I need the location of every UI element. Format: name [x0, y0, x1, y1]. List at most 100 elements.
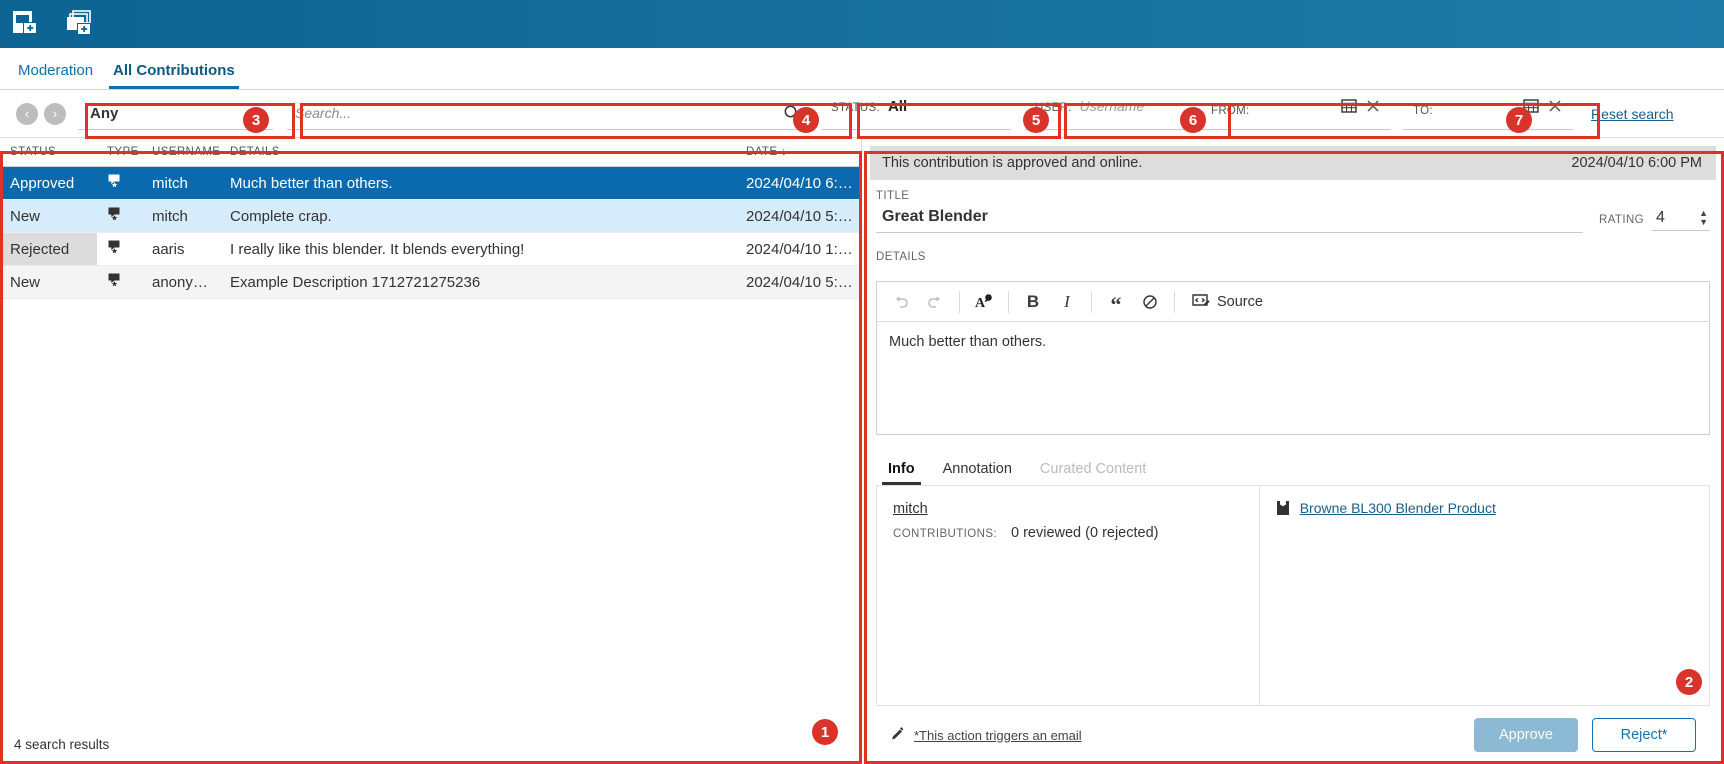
annotation-badge-6: 6: [1180, 107, 1206, 133]
cell-username: anonymo…: [142, 266, 220, 299]
editor-toolbar: A B I “: [877, 282, 1709, 322]
email-note-link[interactable]: *This action triggers an email: [914, 728, 1082, 743]
info-panel: mitch CONTRIBUTIONS: 0 reviewed (0 rejec…: [876, 485, 1710, 706]
column-header-type[interactable]: TYPE: [97, 138, 142, 167]
spinner-down-icon[interactable]: ▼: [1699, 219, 1708, 226]
rating-spinner[interactable]: ▲ ▼: [1699, 210, 1708, 226]
italic-icon[interactable]: I: [1051, 287, 1083, 317]
column-header-status[interactable]: STATUS: [0, 138, 97, 167]
search-input[interactable]: [295, 105, 783, 121]
reject-button[interactable]: Reject*: [1592, 718, 1696, 752]
tab-moderation[interactable]: Moderation: [8, 62, 103, 89]
cell-details: Complete crap.: [220, 200, 736, 233]
format-painter-icon[interactable]: A: [968, 287, 1000, 317]
detail-footer: *This action triggers an email Approve R…: [876, 706, 1710, 764]
editor-content[interactable]: Much better than others.: [877, 322, 1709, 434]
title-label: TITLE: [876, 190, 1710, 202]
action-buttons: Approve Reject*: [1474, 718, 1696, 752]
sort-arrow-icon: ↓: [781, 146, 787, 158]
status-filter-label: STATUS:: [831, 102, 880, 114]
status-banner-date: 2024/04/10 6:00 PM: [1571, 155, 1702, 171]
table-row[interactable]: Approved mitch Much better than others. …: [0, 167, 861, 200]
cell-status: Approved: [0, 167, 97, 200]
type-filter-value: Any: [90, 105, 118, 122]
user-filter-placeholder: Username: [1080, 98, 1145, 114]
status-filter[interactable]: STATUS: All: [821, 98, 1011, 130]
pencil-icon: [890, 727, 906, 743]
product-icon: [1276, 500, 1290, 516]
status-banner: This contribution is approved and online…: [870, 146, 1716, 180]
tab-annotation[interactable]: Annotation: [931, 457, 1024, 485]
blockquote-icon[interactable]: “: [1100, 287, 1132, 317]
info-product-section: Browne BL300 Blender Product: [1260, 486, 1709, 705]
top-toolbar: [0, 0, 1724, 48]
prev-button[interactable]: ‹: [16, 103, 38, 125]
detail-body: TITLE RATING 4 ▲ ▼ DETAILS: [862, 180, 1724, 764]
info-user-section: mitch CONTRIBUTIONS: 0 reviewed (0 rejec…: [877, 486, 1260, 705]
reset-search-link[interactable]: Reset search: [1591, 106, 1673, 122]
column-header-details[interactable]: DETAILS: [220, 138, 736, 167]
date-to-label: TO:: [1413, 105, 1433, 117]
user-filter[interactable]: USER: Username: [1025, 98, 1185, 130]
toolbar-divider: [1091, 291, 1092, 313]
column-header-date[interactable]: DATE ↓: [736, 138, 861, 167]
link-icon[interactable]: [1134, 287, 1166, 317]
cell-type: [97, 233, 142, 266]
column-header-username[interactable]: USERNAME: [142, 138, 220, 167]
toolbar-divider: [959, 291, 960, 313]
cell-details: Example Description 1712721275236: [220, 266, 736, 299]
table-row[interactable]: New mitch Complete crap. 2024/04/10 5:56…: [0, 200, 861, 233]
cell-date: 2024/04/10 6:00…: [736, 167, 861, 200]
approve-button[interactable]: Approve: [1474, 718, 1578, 752]
toolbar-divider: [1008, 291, 1009, 313]
cell-username: mitch: [142, 167, 220, 200]
date-to-filter[interactable]: TO:: [1403, 98, 1573, 130]
date-from-filter[interactable]: FROM:: [1201, 98, 1391, 130]
rating-stepper[interactable]: 4 ▲ ▼: [1652, 209, 1710, 231]
review-icon: [107, 206, 123, 222]
review-icon: [107, 272, 123, 288]
toolbar-divider: [1174, 291, 1175, 313]
rich-text-editor: A B I “: [876, 281, 1710, 435]
source-code-icon: [1191, 293, 1211, 311]
cell-type: [97, 266, 142, 299]
review-icon: [107, 173, 123, 189]
rating-control: RATING 4 ▲ ▼: [1599, 209, 1710, 233]
cell-status: Rejected: [0, 233, 97, 266]
table-row[interactable]: Rejected aaris I really like this blende…: [0, 233, 861, 266]
cell-status: New: [0, 266, 97, 299]
cell-type: [97, 200, 142, 233]
cell-details: Much better than others.: [220, 167, 736, 200]
svg-text:A: A: [975, 296, 986, 311]
redo-icon[interactable]: [919, 287, 951, 317]
results-panel: STATUS TYPE USERNAME DETAILS DATE ↓ Appr…: [0, 138, 862, 764]
search-field-wrap: [287, 98, 807, 130]
bold-icon[interactable]: B: [1017, 287, 1049, 317]
source-button-label: Source: [1217, 294, 1263, 310]
user-profile-link[interactable]: mitch: [893, 501, 928, 517]
contributions-value: 0 reviewed (0 rejected): [1011, 525, 1159, 541]
source-button[interactable]: Source: [1183, 293, 1271, 311]
tab-all-contributions[interactable]: All Contributions: [103, 62, 245, 89]
tab-info[interactable]: Info: [876, 457, 927, 485]
table-row[interactable]: New anonymo… Example Description 1712721…: [0, 266, 861, 299]
cell-date: 2024/04/10 5:54…: [736, 266, 861, 299]
contributions-label: CONTRIBUTIONS:: [893, 528, 997, 540]
product-link[interactable]: Browne BL300 Blender Product: [1300, 500, 1496, 516]
next-button[interactable]: ›: [44, 103, 66, 125]
annotation-badge-4: 4: [793, 107, 819, 133]
cell-date: 2024/04/10 1:24…: [736, 233, 861, 266]
spinner-up-icon[interactable]: ▲: [1699, 210, 1708, 217]
cell-date: 2024/04/10 5:56…: [736, 200, 861, 233]
undo-icon[interactable]: [885, 287, 917, 317]
calendar-icon[interactable]: [1341, 98, 1357, 114]
title-row: RATING 4 ▲ ▼: [876, 206, 1710, 233]
add-document-icon[interactable]: [10, 9, 44, 39]
clear-to-icon[interactable]: [1547, 98, 1563, 114]
product-row: Browne BL300 Blender Product: [1276, 500, 1693, 516]
contributions-row: CONTRIBUTIONS: 0 reviewed (0 rejected): [893, 525, 1243, 541]
title-input[interactable]: [876, 206, 1583, 233]
annotation-badge-2: 2: [1676, 669, 1702, 695]
add-collection-icon[interactable]: [64, 9, 98, 39]
clear-from-icon[interactable]: [1365, 98, 1381, 114]
